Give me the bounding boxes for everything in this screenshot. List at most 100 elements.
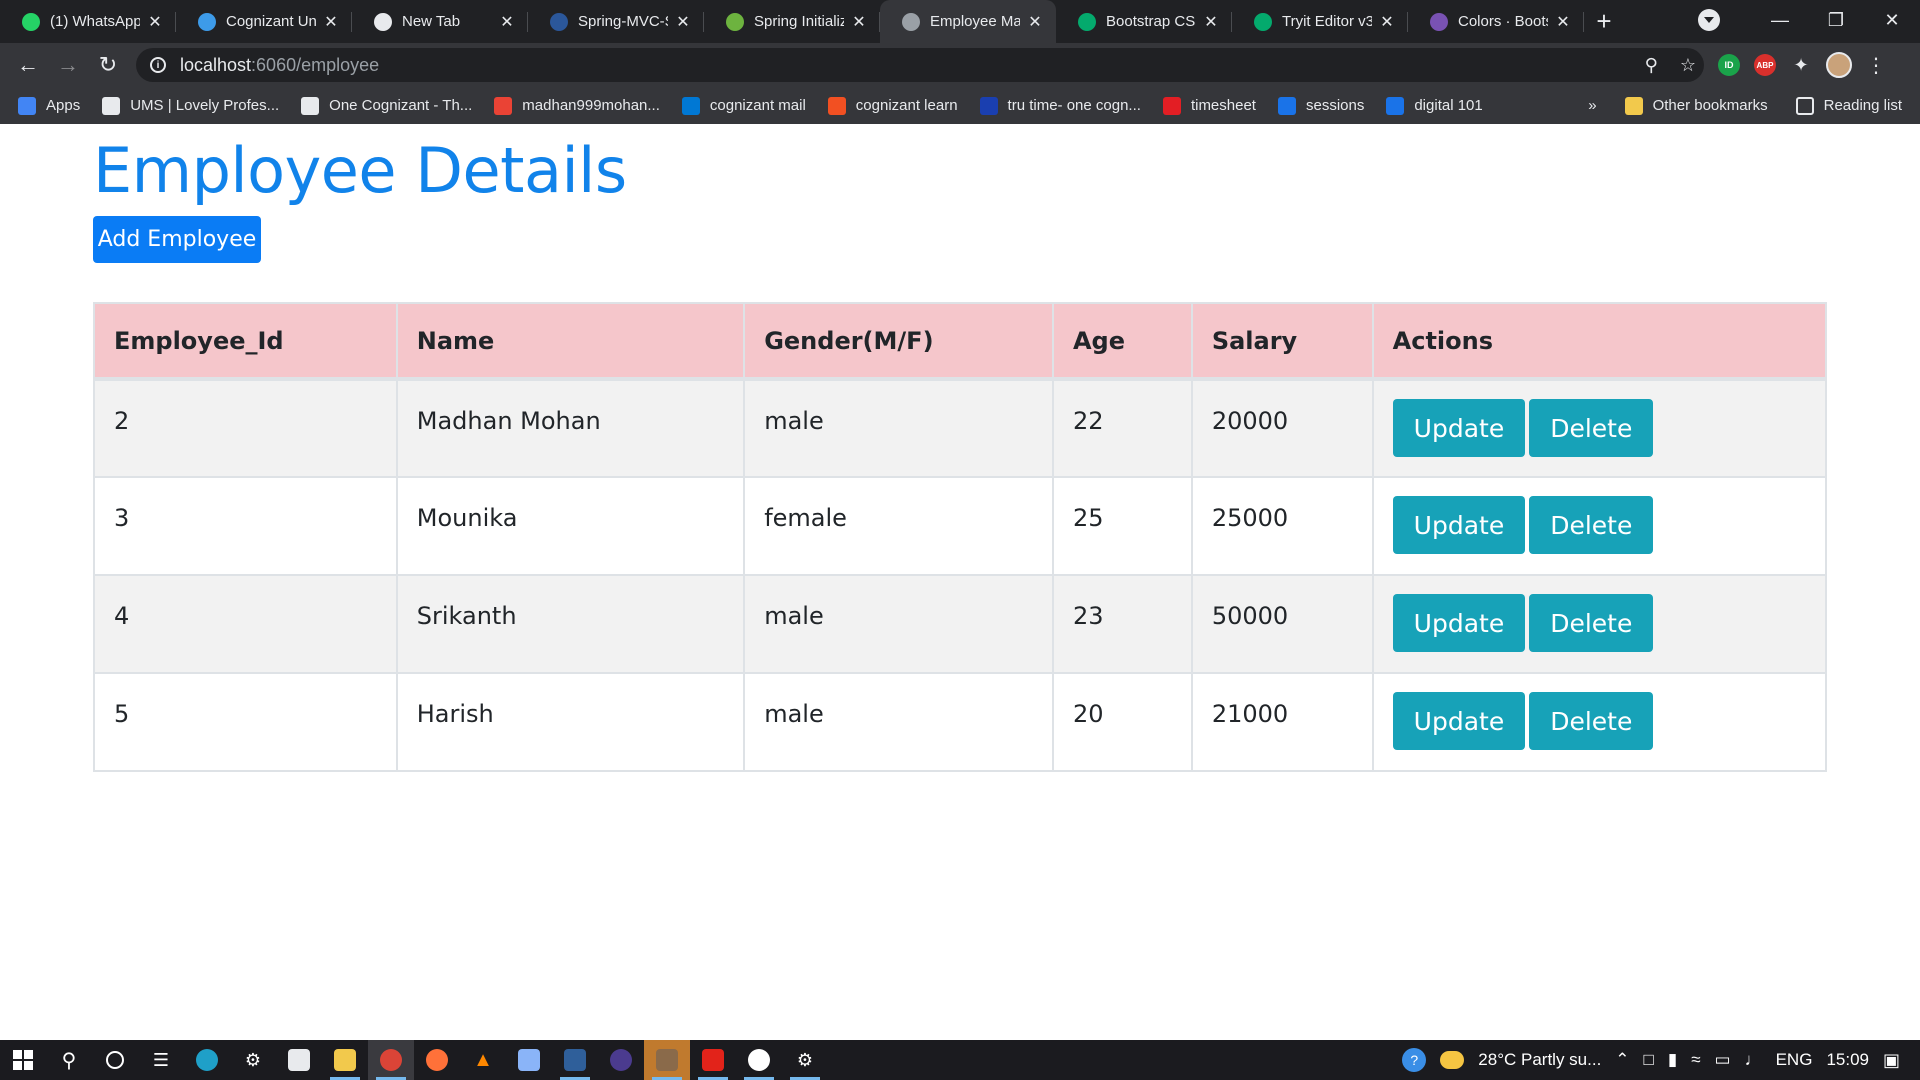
update-button[interactable]: Update bbox=[1392, 496, 1526, 554]
notifications-icon[interactable]: ▣ bbox=[1883, 1050, 1900, 1071]
meet-icon[interactable]: □ bbox=[1644, 1050, 1654, 1070]
language-indicator[interactable]: ENG bbox=[1776, 1050, 1813, 1070]
weather-text[interactable]: 28°C Partly su... bbox=[1478, 1050, 1601, 1070]
close-tab-icon[interactable]: ✕ bbox=[1378, 12, 1396, 32]
windows-start-icon[interactable] bbox=[0, 1040, 46, 1080]
zoom-icon[interactable]: ⚲ bbox=[1645, 55, 1658, 76]
bookmark-label: cognizant mail bbox=[709, 97, 806, 114]
bookmark-item[interactable]: cognizant mail bbox=[681, 96, 806, 115]
reading-list[interactable]: Reading list bbox=[1795, 96, 1902, 115]
update-button[interactable]: Update bbox=[1392, 692, 1526, 750]
url-host: localhost bbox=[180, 54, 252, 75]
browser-tab[interactable]: Spring Initializ ✕ bbox=[704, 0, 880, 43]
cell-name: Mounika bbox=[395, 476, 746, 576]
cell-gender: male bbox=[743, 574, 1054, 674]
camera-icon[interactable] bbox=[506, 1040, 552, 1080]
close-tab-icon[interactable]: ✕ bbox=[674, 12, 692, 32]
minimize-icon[interactable]: — bbox=[1752, 10, 1808, 31]
spring-icon bbox=[726, 12, 744, 31]
bookmark-item[interactable]: Apps bbox=[18, 96, 80, 115]
weather-icon[interactable] bbox=[1440, 1051, 1465, 1069]
store-icon[interactable] bbox=[276, 1040, 322, 1080]
bookmark-item[interactable]: timesheet bbox=[1162, 96, 1256, 115]
eclipse-icon[interactable] bbox=[598, 1040, 644, 1080]
sts-icon[interactable] bbox=[552, 1040, 598, 1080]
vlc-icon[interactable]: ▲ bbox=[460, 1040, 506, 1080]
close-tab-icon[interactable]: ✕ bbox=[498, 12, 516, 32]
cell-name: Madhan Mohan bbox=[395, 378, 746, 478]
cortana-icon[interactable] bbox=[92, 1040, 138, 1080]
bookmark-item[interactable]: tru time- one cogn... bbox=[979, 96, 1141, 115]
help-icon[interactable]: ? bbox=[1402, 1048, 1427, 1072]
browser-tab[interactable]: New Tab ✕ bbox=[352, 0, 528, 43]
app-highlighted-icon[interactable] bbox=[644, 1040, 690, 1080]
address-bar[interactable]: i localhost:6060/employee ⚲ ☆ bbox=[136, 48, 1704, 82]
bookmarks-overflow-icon[interactable]: » bbox=[1588, 97, 1596, 114]
browser-tab[interactable]: Tryit Editor v3. ✕ bbox=[1232, 0, 1408, 43]
delete-button[interactable]: Delete bbox=[1529, 594, 1654, 652]
tab-search-icon[interactable] bbox=[1698, 9, 1720, 31]
close-tab-icon[interactable]: ✕ bbox=[1026, 12, 1044, 32]
other-bookmarks[interactable]: Other bookmarks bbox=[1624, 96, 1768, 115]
media-player-icon[interactable] bbox=[736, 1040, 782, 1080]
other-bookmarks-label: Other bookmarks bbox=[1652, 97, 1768, 114]
delete-button[interactable]: Delete bbox=[1529, 399, 1654, 457]
chevron-up-icon[interactable]: ⌃ bbox=[1615, 1050, 1629, 1070]
reload-icon[interactable]: ↻ bbox=[88, 52, 128, 78]
firefox-icon[interactable] bbox=[414, 1040, 460, 1080]
new-tab-button[interactable]: + bbox=[1584, 0, 1624, 43]
bookmark-item[interactable]: madhan999mohan... bbox=[494, 96, 660, 115]
add-employee-button[interactable]: Add Employee bbox=[93, 216, 261, 263]
update-button[interactable]: Update bbox=[1392, 594, 1526, 652]
clock[interactable]: 15:09 bbox=[1826, 1050, 1869, 1070]
browser-tab[interactable]: (1) WhatsApp ✕ bbox=[0, 0, 176, 43]
update-button[interactable]: Update bbox=[1392, 399, 1526, 457]
close-tab-icon[interactable]: ✕ bbox=[1202, 12, 1220, 32]
employee-table: Employee_Id Name Gender(M/F) Age Salary … bbox=[93, 302, 1828, 772]
browser-tab[interactable]: Spring-MVC-S ✕ bbox=[528, 0, 704, 43]
bookmark-item[interactable]: One Cognizant - Th... bbox=[301, 96, 472, 115]
delete-button[interactable]: Delete bbox=[1529, 692, 1654, 750]
bookmark-item[interactable]: sessions bbox=[1277, 96, 1364, 115]
forward-icon[interactable]: → bbox=[48, 52, 88, 78]
bookmark-item[interactable]: UMS | Lovely Profes... bbox=[102, 96, 279, 115]
microphone-icon[interactable]: ▮ bbox=[1668, 1050, 1677, 1070]
acrobat-icon[interactable] bbox=[690, 1040, 736, 1080]
gear-app-icon[interactable]: ⚙ bbox=[782, 1040, 828, 1080]
bookmark-item[interactable]: cognizant learn bbox=[827, 96, 958, 115]
battery-icon[interactable]: ▭ bbox=[1715, 1050, 1731, 1070]
adblock-plus-icon[interactable]: ABP bbox=[1754, 54, 1776, 76]
task-view-icon[interactable]: ☰ bbox=[138, 1040, 184, 1080]
browser-tab[interactable]: Colors · Boots ✕ bbox=[1408, 0, 1584, 43]
settings-icon[interactable]: ⚙ bbox=[230, 1040, 276, 1080]
close-tab-icon[interactable]: ✕ bbox=[322, 12, 340, 32]
close-tab-icon[interactable]: ✕ bbox=[1554, 12, 1572, 32]
extension-id-icon[interactable]: ID bbox=[1718, 54, 1740, 76]
bookmark-item[interactable]: digital 101 bbox=[1386, 96, 1483, 115]
edge-icon[interactable] bbox=[184, 1040, 230, 1080]
site-info-icon[interactable]: i bbox=[150, 57, 166, 73]
search-icon[interactable]: ⚲ bbox=[46, 1040, 92, 1080]
wifi-icon[interactable]: ≈ bbox=[1691, 1050, 1700, 1070]
close-tab-icon[interactable]: ✕ bbox=[850, 12, 868, 32]
browser-tab[interactable]: Bootstrap CSS ✕ bbox=[1056, 0, 1232, 43]
bookmark-star-icon[interactable]: ☆ bbox=[1680, 55, 1696, 76]
back-icon[interactable]: ← bbox=[8, 52, 48, 78]
close-tab-icon[interactable]: ✕ bbox=[146, 12, 164, 32]
word-icon bbox=[550, 12, 568, 31]
restore-icon[interactable]: ❐ bbox=[1808, 10, 1864, 31]
browser-tab[interactable]: Cognizant Uni ✕ bbox=[176, 0, 352, 43]
webex-icon bbox=[198, 12, 216, 31]
chrome-taskbar-icon[interactable] bbox=[368, 1040, 414, 1080]
tab-title: Spring Initializ bbox=[754, 13, 844, 30]
delete-button[interactable]: Delete bbox=[1529, 496, 1654, 554]
volume-icon[interactable]: ♩ bbox=[1745, 1050, 1762, 1070]
extensions-puzzle-icon[interactable]: ✦ bbox=[1790, 54, 1812, 76]
file-explorer-icon[interactable] bbox=[322, 1040, 368, 1080]
profile-avatar[interactable] bbox=[1826, 52, 1852, 78]
browser-tab[interactable]: Employee Man ✕ bbox=[880, 0, 1056, 43]
menu-kebab-icon[interactable]: ⋮ bbox=[1866, 53, 1886, 78]
cell-actions: Update Delete bbox=[1371, 378, 1828, 478]
close-window-icon[interactable]: ✕ bbox=[1864, 10, 1920, 31]
tab-title: Tryit Editor v3. bbox=[1282, 13, 1372, 30]
